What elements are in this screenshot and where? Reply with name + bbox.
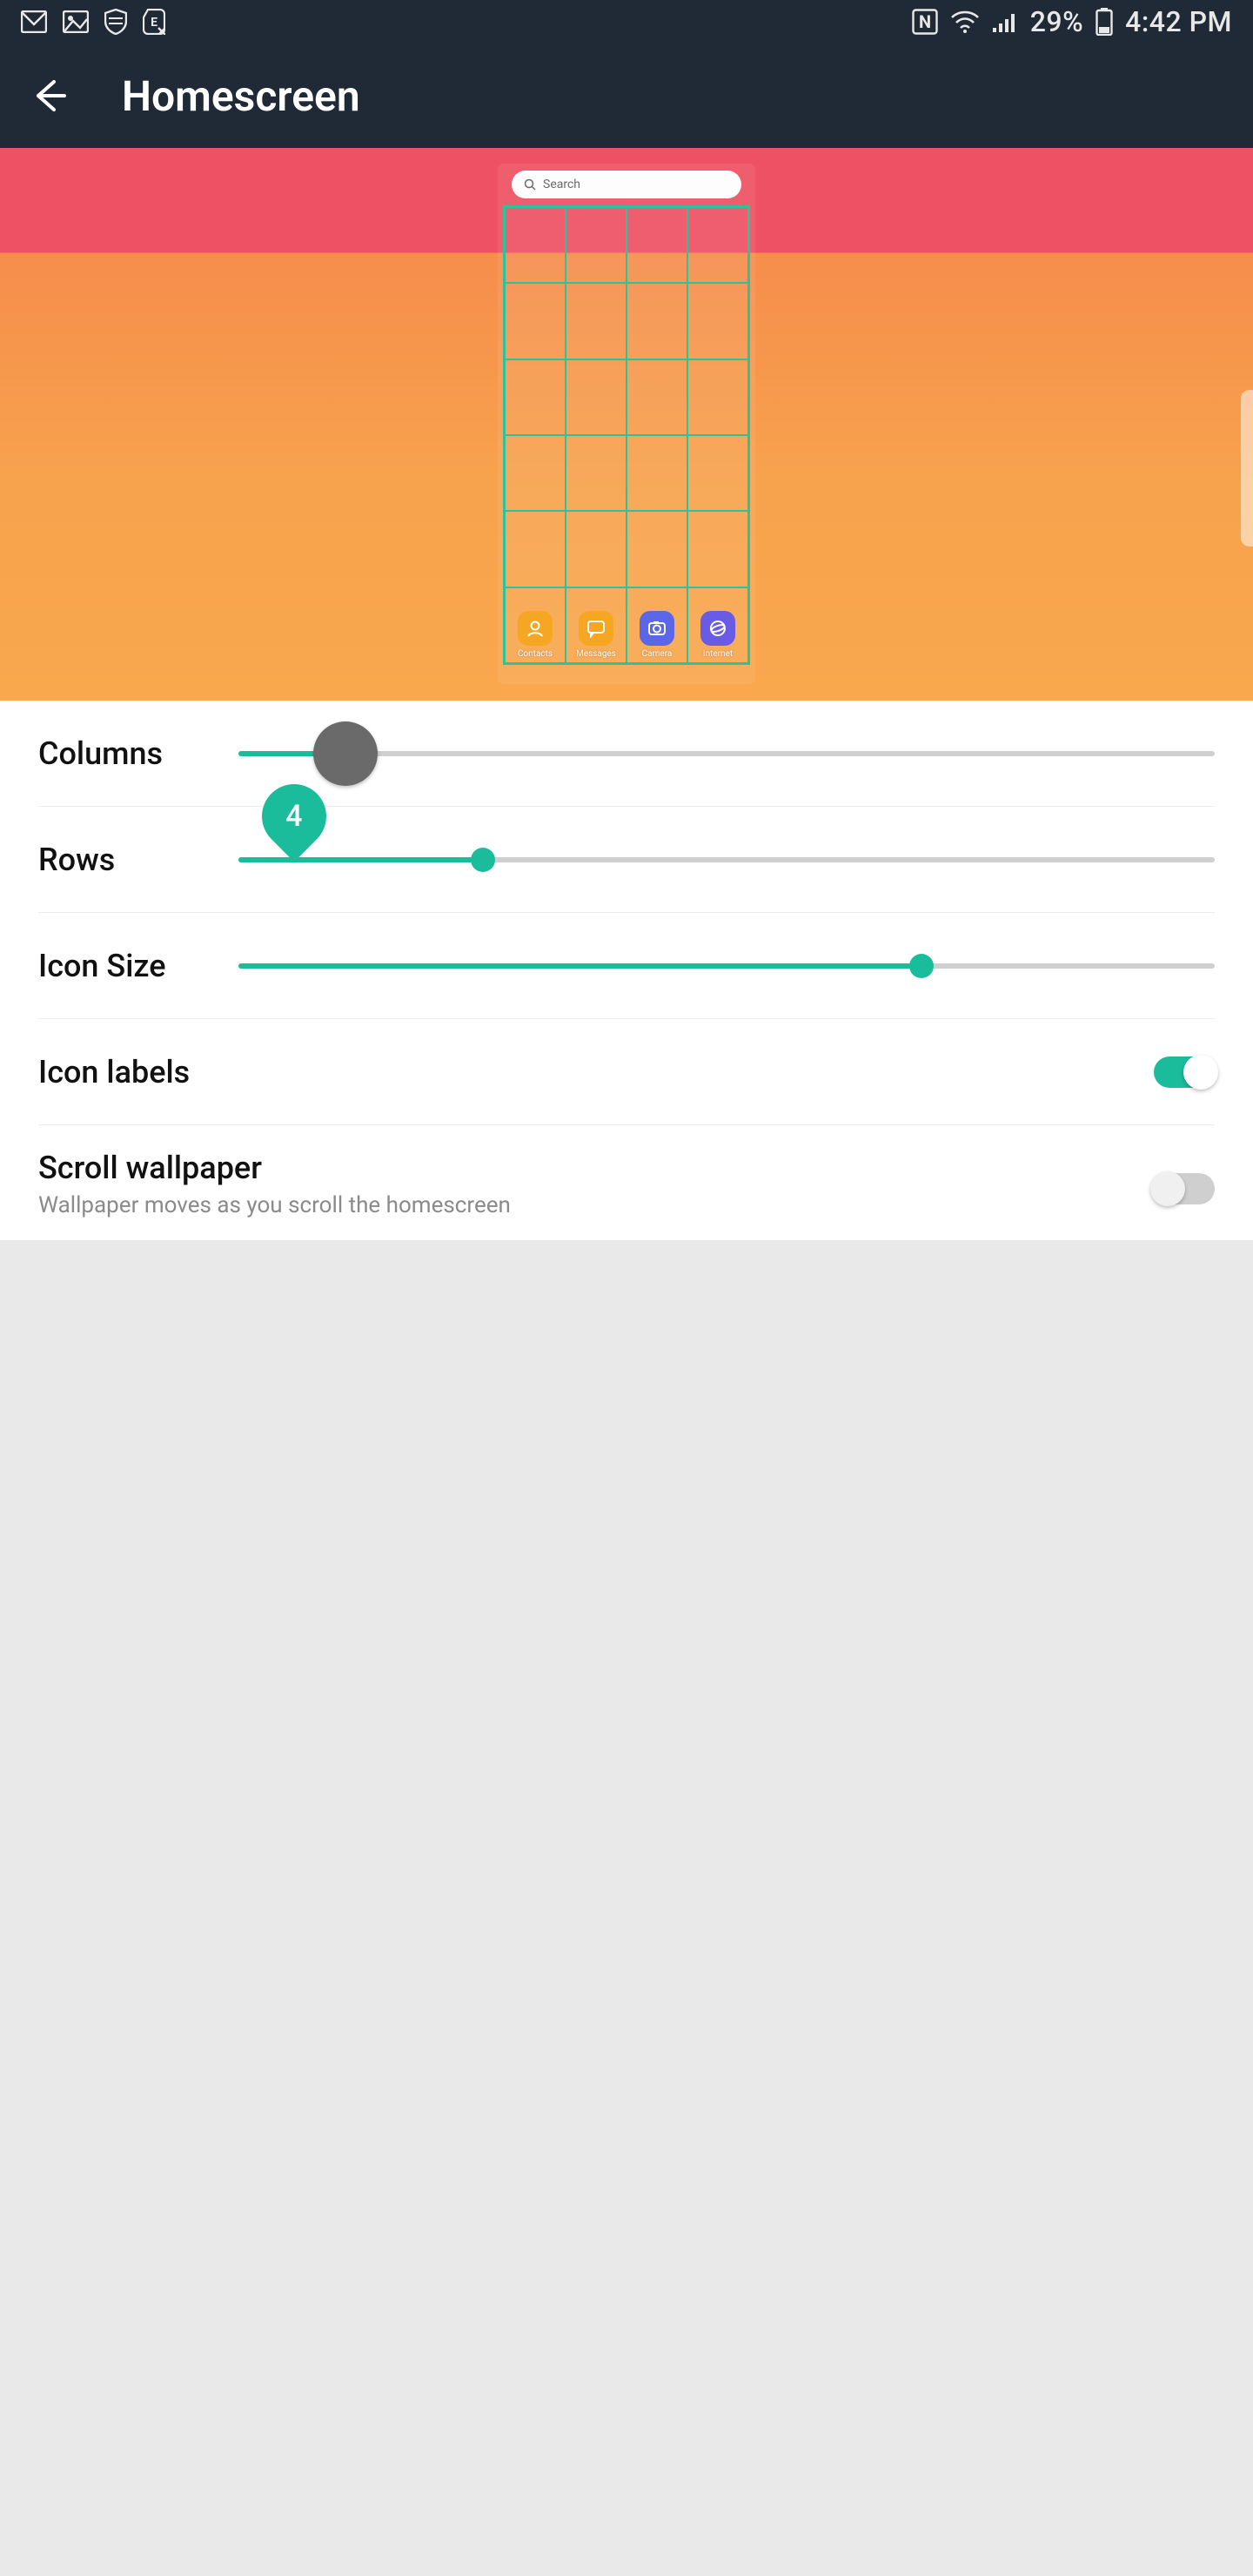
grid-cell [505,511,566,587]
grid-cell [626,359,687,435]
scroll-wallpaper-row: Scroll wallpaper Wallpaper moves as you … [38,1125,1215,1256]
phone-mockup: Search Contacts Messages Camera Internet [498,164,755,684]
svg-text:N: N [919,11,931,32]
grid-cell [687,207,748,283]
search-bar-preview: Search [512,171,741,198]
grid-cell [566,283,626,359]
grid-cell: Internet [687,587,748,663]
grid-cell [566,359,626,435]
page-title: Homescreen [122,71,360,121]
scroll-wallpaper-toggle[interactable] [1154,1173,1215,1204]
grid-cell [687,511,748,587]
settings-panel: Columns Rows Icon Size [0,701,1253,1240]
homescreen-preview: Search ContactsMessagesCameraInternet 4 [0,148,1253,701]
grid-cell [505,207,566,283]
columns-slider[interactable] [238,733,1215,775]
clock: 4:42 PM [1125,5,1232,38]
contacts-app-icon [518,611,553,646]
icon-labels-row: Icon labels [38,1019,1215,1125]
cell-signal-icon [992,10,1018,33]
shield-icon [104,9,127,35]
internet-app-icon [700,611,735,646]
search-placeholder: Search [543,178,580,191]
nfc-icon: N [912,9,938,35]
grid-cell: Messages [566,587,626,663]
grid-cell [687,435,748,511]
columns-slider-thumb[interactable] [313,721,378,786]
icon-size-slider-thumb[interactable] [909,954,934,978]
svg-text:E: E [151,16,157,30]
sim-error-icon: E [143,9,165,35]
back-button[interactable] [28,75,70,117]
grid-cell [626,511,687,587]
icon-labels-label: Icon labels [38,1054,1119,1090]
grid-cell [505,435,566,511]
grid-cell [626,207,687,283]
scroll-wallpaper-sub: Wallpaper moves as you scroll the homesc… [38,1191,1119,1220]
nav-bar-area [0,1240,1253,2576]
icon-labels-toggle[interactable] [1154,1057,1215,1088]
battery-percent: 29% [1030,5,1083,38]
messages-app-icon [579,611,613,646]
search-icon [524,178,536,191]
grid-cell [687,283,748,359]
rows-slider-thumb[interactable] [471,848,495,872]
rows-row: Rows [38,807,1215,913]
gallery-icon [63,10,89,33]
app-label: Messages [576,649,616,659]
rows-label: Rows [38,842,204,878]
icon-size-slider[interactable] [238,945,1215,987]
app-bar: Homescreen [0,44,1253,148]
grid-cell: Contacts [505,587,566,663]
app-label: Contacts [518,649,553,659]
battery-icon [1096,8,1113,36]
grid-cell [687,359,748,435]
columns-label: Columns [38,735,204,772]
camera-app-icon [640,611,674,646]
grid-cell [505,359,566,435]
icon-size-row: Icon Size [38,913,1215,1019]
grid-cell [566,435,626,511]
icon-size-label: Icon Size [38,948,204,984]
wifi-icon [950,10,980,33]
grid-preview: Contacts Messages Camera Internet [503,205,750,665]
grid-cell [566,511,626,587]
columns-row: Columns [38,701,1215,807]
grid-cell [566,207,626,283]
app-label: Camera [642,649,673,659]
grid-cell [626,283,687,359]
edge-panel-handle[interactable] [1241,390,1253,547]
grid-cell: Camera [626,587,687,663]
grid-cell [505,283,566,359]
scroll-wallpaper-label: Scroll wallpaper [38,1150,1119,1186]
app-label: Internet [703,649,733,659]
grid-cell [626,435,687,511]
rows-slider[interactable] [238,839,1215,881]
status-bar: E N 29% 4:42 PM [0,0,1253,44]
gmail-icon [21,10,47,33]
